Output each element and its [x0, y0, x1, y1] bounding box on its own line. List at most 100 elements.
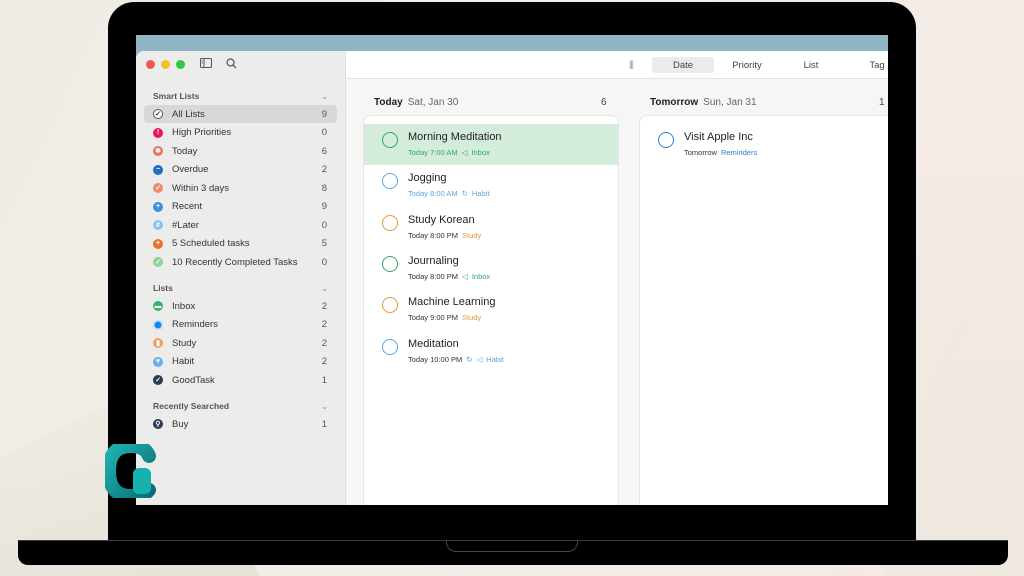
sidebar-item-today[interactable]: ✱ Today 6: [144, 142, 337, 160]
zoom-button[interactable]: [176, 60, 185, 69]
sidebar-item-buy[interactable]: ⚲ Buy 1: [144, 415, 337, 433]
plus-icon: +: [153, 201, 163, 212]
sidebar-toggle-icon[interactable]: [200, 58, 212, 71]
sidebar: Smart Lists ⌄ ✓ All Lists 9 ! High Prioritie…: [136, 51, 346, 505]
sidebar-item-overdue[interactable]: ~ Overdue 2: [144, 161, 337, 179]
task-list-name[interactable]: Inbox: [471, 148, 489, 157]
task-row[interactable]: Machine Learning Today 9:00 PM Study: [364, 289, 618, 330]
task-due: Today 7:00 AM: [408, 148, 458, 157]
recently-searched-header[interactable]: Recently Searched ⌄: [153, 401, 328, 411]
task-list-name[interactable]: Inbox: [472, 272, 490, 281]
task-checkbox[interactable]: [382, 214, 398, 231]
sidebar-item-count: 0: [321, 127, 327, 138]
task-list-name[interactable]: Habit: [472, 189, 490, 198]
tab-tag[interactable]: Tag: [846, 57, 888, 73]
sidebar-item-label: Overdue: [172, 164, 209, 175]
task-column-today: Morning Meditation Today 7:00 AM ◁ Inbox Jog…: [363, 115, 619, 505]
close-button[interactable]: [146, 60, 155, 69]
sidebar-item-10-recently-completed-tasks[interactable]: ✓ 10 Recently Completed Tasks 0: [144, 253, 337, 271]
chevron-down-icon[interactable]: ⌄: [321, 402, 328, 411]
columns-icon[interactable]: |||: [629, 59, 634, 69]
column-count: 1: [879, 97, 885, 108]
task-due: Tomorrow: [684, 148, 717, 157]
tab-list[interactable]: List: [780, 57, 842, 73]
sidebar-item-label: Inbox: [172, 300, 196, 312]
task-checkbox[interactable]: [658, 132, 674, 148]
exclamation-icon: !: [153, 127, 163, 138]
sidebar-item-count: 0: [321, 256, 327, 268]
sidebar-item-label: #Later: [172, 219, 199, 231]
search-icon[interactable]: [226, 58, 237, 72]
lists-header[interactable]: Lists ⌄: [153, 283, 328, 293]
dot-icon: [153, 319, 163, 330]
task-title: Study Korean: [408, 213, 475, 226]
task-meta: Tomorrow Reminders: [684, 148, 757, 157]
sidebar-item-label: All Lists: [172, 108, 205, 120]
sidebar-item-count: 2: [321, 337, 327, 349]
main-content: ||| Date Priority List Tag Today Sat, Ja…: [346, 51, 888, 505]
toolbar: ||| Date Priority List Tag: [346, 51, 888, 79]
chevron-down-icon[interactable]: ⌄: [321, 284, 328, 293]
task-title: Jogging: [408, 172, 447, 185]
task-list-name[interactable]: Study: [462, 231, 481, 240]
task-checkbox[interactable]: [382, 173, 398, 190]
inbox-icon: ▬: [153, 301, 163, 311]
hash-icon: #: [153, 220, 163, 230]
sidebar-item-goodtask[interactable]: ✓ GoodTask 1: [144, 371, 337, 389]
task-row[interactable]: Jogging Today 8:00 AM ↻ Habit: [364, 165, 618, 206]
sidebar-item-count: 2: [321, 319, 327, 330]
laptop-notch: [446, 540, 578, 552]
minimize-button[interactable]: [161, 60, 170, 69]
plus-icon: +: [153, 238, 163, 249]
sidebar-item-recent[interactable]: + Recent 9: [144, 198, 337, 216]
column-count: 6: [601, 97, 607, 108]
tab-priority[interactable]: Priority: [716, 57, 778, 73]
sidebar-item-count: 6: [321, 145, 327, 157]
task-meta: Today 10:00 PM ↻ ◁ Habit: [408, 355, 504, 364]
sidebar-item-count: 2: [321, 164, 327, 175]
task-row[interactable]: Journaling Today 8:00 PM ◁ Inbox: [364, 248, 618, 289]
sidebar-item-label: Today: [172, 145, 198, 157]
task-row[interactable]: Meditation Today 10:00 PM ↻ ◁ Habit: [364, 331, 618, 372]
task-list-name[interactable]: Reminders: [721, 148, 757, 157]
tab-date[interactable]: Date: [652, 57, 714, 73]
sidebar-item-label: Study: [172, 337, 197, 349]
task-checkbox[interactable]: [382, 297, 398, 314]
sidebar-item-habit[interactable]: ♥ Habit 2: [144, 353, 337, 371]
sidebar-item-all-lists[interactable]: ✓ All Lists 9: [144, 105, 337, 123]
sidebar-item-count: 9: [321, 108, 327, 120]
task-title: Meditation: [408, 337, 459, 350]
window-controls: [146, 60, 185, 69]
smart-lists-header[interactable]: Smart Lists ⌄: [153, 91, 328, 101]
column-header-today: Today Sat, Jan 30: [374, 97, 459, 108]
sidebar-item-later[interactable]: # #Later 0: [144, 216, 337, 234]
task-row[interactable]: Study Korean Today 8:00 PM Study: [364, 207, 618, 248]
task-due: Today 8:00 AM: [408, 189, 458, 199]
task-row[interactable]: Visit Apple Inc Tomorrow Reminders: [640, 124, 888, 165]
sidebar-item-label: Habit: [172, 356, 195, 367]
laptop-screen: Smart Lists ⌄ ✓ All Lists 9 ! High Prioritie…: [136, 35, 888, 505]
task-checkbox[interactable]: [382, 255, 398, 272]
checkmark-circle-icon: ✓: [153, 109, 163, 119]
sidebar-item-reminders[interactable]: Reminders 2: [144, 316, 337, 334]
task-list-name[interactable]: Habit: [486, 355, 504, 364]
sidebar-item-label: Reminders: [172, 319, 218, 330]
sidebar-item-high-priorities[interactable]: ! High Priorities 0: [144, 124, 337, 142]
star-icon: ✱: [153, 146, 163, 156]
sidebar-item-within-3-days[interactable]: ✓ Within 3 days 8: [144, 179, 337, 197]
task-list-name[interactable]: Study: [462, 313, 481, 322]
task-due: Today 8:00 PM: [408, 271, 459, 281]
sidebar-item-inbox[interactable]: ▬ Inbox 2: [144, 297, 337, 315]
sidebar-item-count: 5: [321, 238, 327, 249]
chevron-down-icon[interactable]: ⌄: [321, 92, 328, 101]
task-checkbox[interactable]: [382, 338, 398, 355]
task-due: Today 10:00 PM: [408, 354, 463, 364]
task-checkbox[interactable]: [382, 132, 398, 148]
task-meta: Today 9:00 PM Study: [408, 313, 481, 322]
sidebar-item-study[interactable]: ▮ Study 2: [144, 334, 337, 352]
inbox-tray-icon: ◁: [461, 148, 468, 157]
task-row[interactable]: Morning Meditation Today 7:00 AM ◁ Inbox: [364, 124, 618, 165]
sidebar-item-count: 1: [321, 418, 327, 430]
sidebar-item-5-scheduled-tasks[interactable]: +5 Scheduled tasks 5: [144, 235, 337, 253]
task-meta: Today 7:00 AM ◁ Inbox: [408, 148, 490, 157]
